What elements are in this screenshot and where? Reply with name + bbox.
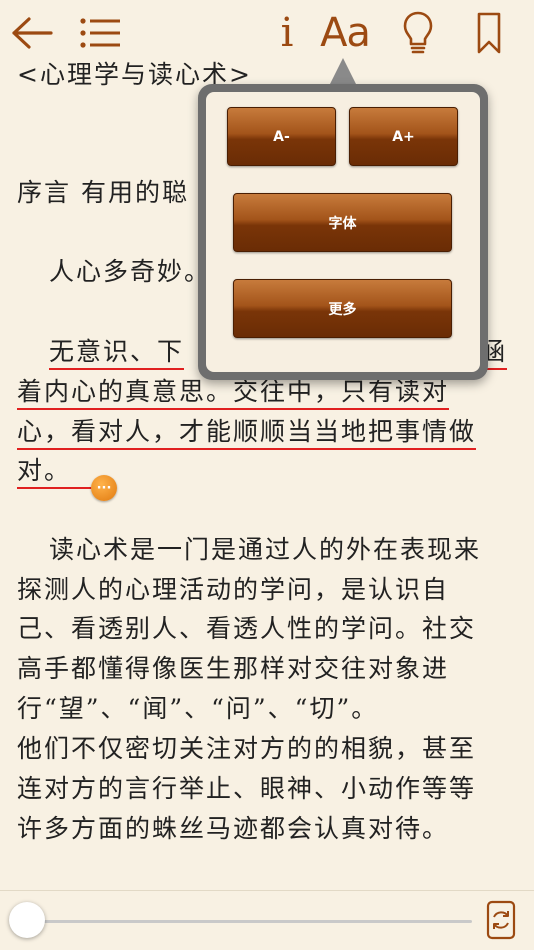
table-of-contents-button[interactable]	[78, 8, 122, 58]
info-button[interactable]: i	[276, 8, 298, 58]
rotation-lock-button[interactable]	[484, 900, 518, 940]
brightness-button[interactable]	[398, 8, 438, 58]
bookmark-button[interactable]	[472, 8, 506, 58]
text-line: 许多方面的蛛丝马迹都会认真对待。	[17, 814, 450, 843]
font-settings-button[interactable]: Aa	[320, 8, 371, 58]
highlight-span[interactable]: 着内心的真意思。交往中，只有读对	[17, 377, 450, 410]
back-arrow-icon	[12, 17, 53, 49]
text-line: 行“望”、“闻”、“问”、“切”。	[17, 694, 379, 723]
text-line: 他们不仅密切关注对方的的相貌，甚至	[17, 734, 477, 763]
decrease-font-button[interactable]: A-	[227, 107, 336, 166]
highlighted-text-line[interactable]: 心，看对人，才能顺顺当当地把事情做	[17, 416, 517, 450]
highlighted-text-line[interactable]: 着内心的真意思。交往中，只有读对	[17, 376, 517, 410]
back-button[interactable]	[10, 8, 54, 58]
lightbulb-icon	[403, 11, 433, 54]
text-line: 探测人的心理活动的学问，是认识自	[17, 575, 450, 604]
popover-arrow	[329, 58, 357, 86]
font-settings-popover: A- A+ 字体 更多	[198, 84, 488, 380]
reader-page: <心理学与读心术> 序言 有用的聪 人心多奇妙。 无意识、下 涵 着内心的真意思…	[0, 0, 534, 950]
font-family-button[interactable]: 字体	[233, 193, 452, 252]
note-icon[interactable]: ···	[91, 475, 117, 501]
highlight-span[interactable]: 无意识、下	[49, 337, 185, 370]
bottom-bar	[0, 890, 534, 950]
list-icon	[80, 18, 120, 48]
increase-font-button[interactable]: A+	[349, 107, 458, 166]
text-line: 己、看透别人、看透人性的学问。社交	[17, 614, 477, 643]
more-settings-button[interactable]: 更多	[233, 279, 452, 338]
progress-slider-track[interactable]	[28, 920, 472, 923]
highlight-span[interactable]: 心，看对人，才能顺顺当当地把事情做	[17, 417, 477, 450]
rotate-device-icon	[486, 900, 516, 940]
text-line: 连对方的言行举止、眼神、小动作等等	[17, 774, 477, 803]
highlight-span[interactable]: 对。	[17, 456, 96, 489]
top-toolbar: i Aa	[0, 0, 534, 64]
bookmark-icon	[477, 12, 501, 54]
text-line: 读心术是一门是通过人的外在表现来	[49, 535, 482, 564]
progress-slider-thumb[interactable]	[9, 902, 45, 938]
text-line: 高手都懂得像医生那样对交往对象进	[17, 654, 450, 683]
popover-panel: A- A+ 字体 更多	[206, 92, 480, 372]
